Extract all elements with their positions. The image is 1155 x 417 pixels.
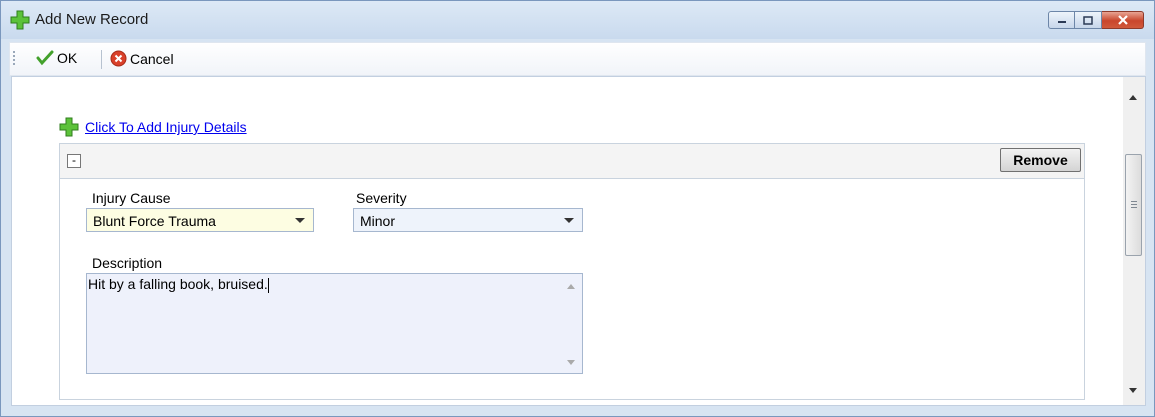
plus-icon bbox=[59, 117, 79, 137]
scroll-up-icon[interactable] bbox=[567, 284, 575, 289]
grip-icon bbox=[1131, 201, 1137, 209]
ok-label: OK bbox=[57, 50, 78, 66]
severity-dropdown[interactable]: Minor bbox=[353, 208, 583, 232]
scrollbar-thumb[interactable] bbox=[1125, 154, 1142, 256]
severity-value: Minor bbox=[360, 213, 396, 229]
scroll-down-icon[interactable] bbox=[1129, 388, 1137, 393]
remove-button[interactable]: Remove bbox=[1000, 148, 1081, 172]
injury-cause-label: Injury Cause bbox=[92, 190, 171, 206]
injury-panel: - Remove Injury Cause Blunt Force Trauma… bbox=[59, 143, 1085, 400]
cancel-button[interactable]: Cancel bbox=[110, 50, 174, 67]
title-bar: Add New Record bbox=[1, 1, 1154, 39]
text-caret bbox=[267, 277, 269, 293]
toolbar-separator bbox=[101, 50, 102, 69]
vertical-scrollbar[interactable] bbox=[1123, 77, 1145, 405]
toolbar: OK Cancel bbox=[9, 42, 1146, 76]
maximize-icon bbox=[1083, 15, 1093, 25]
toolbar-grip[interactable] bbox=[13, 51, 15, 67]
form-content: Click To Add Injury Details - Remove Inj… bbox=[11, 76, 1146, 406]
minimize-icon bbox=[1057, 21, 1066, 23]
description-textarea[interactable]: Hit by a falling book, bruised. bbox=[86, 273, 583, 374]
injury-panel-header: - Remove bbox=[60, 144, 1084, 179]
injury-cause-dropdown[interactable]: Blunt Force Trauma bbox=[86, 208, 314, 232]
chevron-down-icon[interactable] bbox=[564, 218, 574, 223]
add-injury-row: Click To Add Injury Details bbox=[59, 117, 247, 137]
chevron-down-icon[interactable] bbox=[295, 218, 305, 223]
description-text: Hit by a falling book, bruised. bbox=[88, 276, 268, 292]
add-injury-link[interactable]: Click To Add Injury Details bbox=[85, 119, 247, 135]
severity-label: Severity bbox=[356, 190, 407, 206]
scroll-down-icon[interactable] bbox=[567, 360, 575, 365]
plus-icon bbox=[10, 10, 30, 30]
window-controls bbox=[1048, 11, 1144, 29]
cancel-label: Cancel bbox=[130, 50, 174, 67]
dialog-window: Add New Record OK Cancel Click To Add In… bbox=[0, 0, 1155, 417]
injury-cause-value: Blunt Force Trauma bbox=[93, 213, 216, 229]
check-icon bbox=[36, 50, 54, 66]
window-title: Add New Record bbox=[35, 11, 149, 28]
maximize-button[interactable] bbox=[1075, 11, 1102, 29]
minimize-button[interactable] bbox=[1048, 11, 1075, 29]
cancel-icon bbox=[110, 50, 127, 67]
scroll-up-icon[interactable] bbox=[1129, 95, 1137, 100]
collapse-button[interactable]: - bbox=[67, 154, 81, 168]
ok-button[interactable]: OK bbox=[36, 50, 77, 66]
close-button[interactable] bbox=[1102, 11, 1144, 29]
close-icon bbox=[1117, 15, 1128, 25]
description-label: Description bbox=[92, 255, 163, 271]
